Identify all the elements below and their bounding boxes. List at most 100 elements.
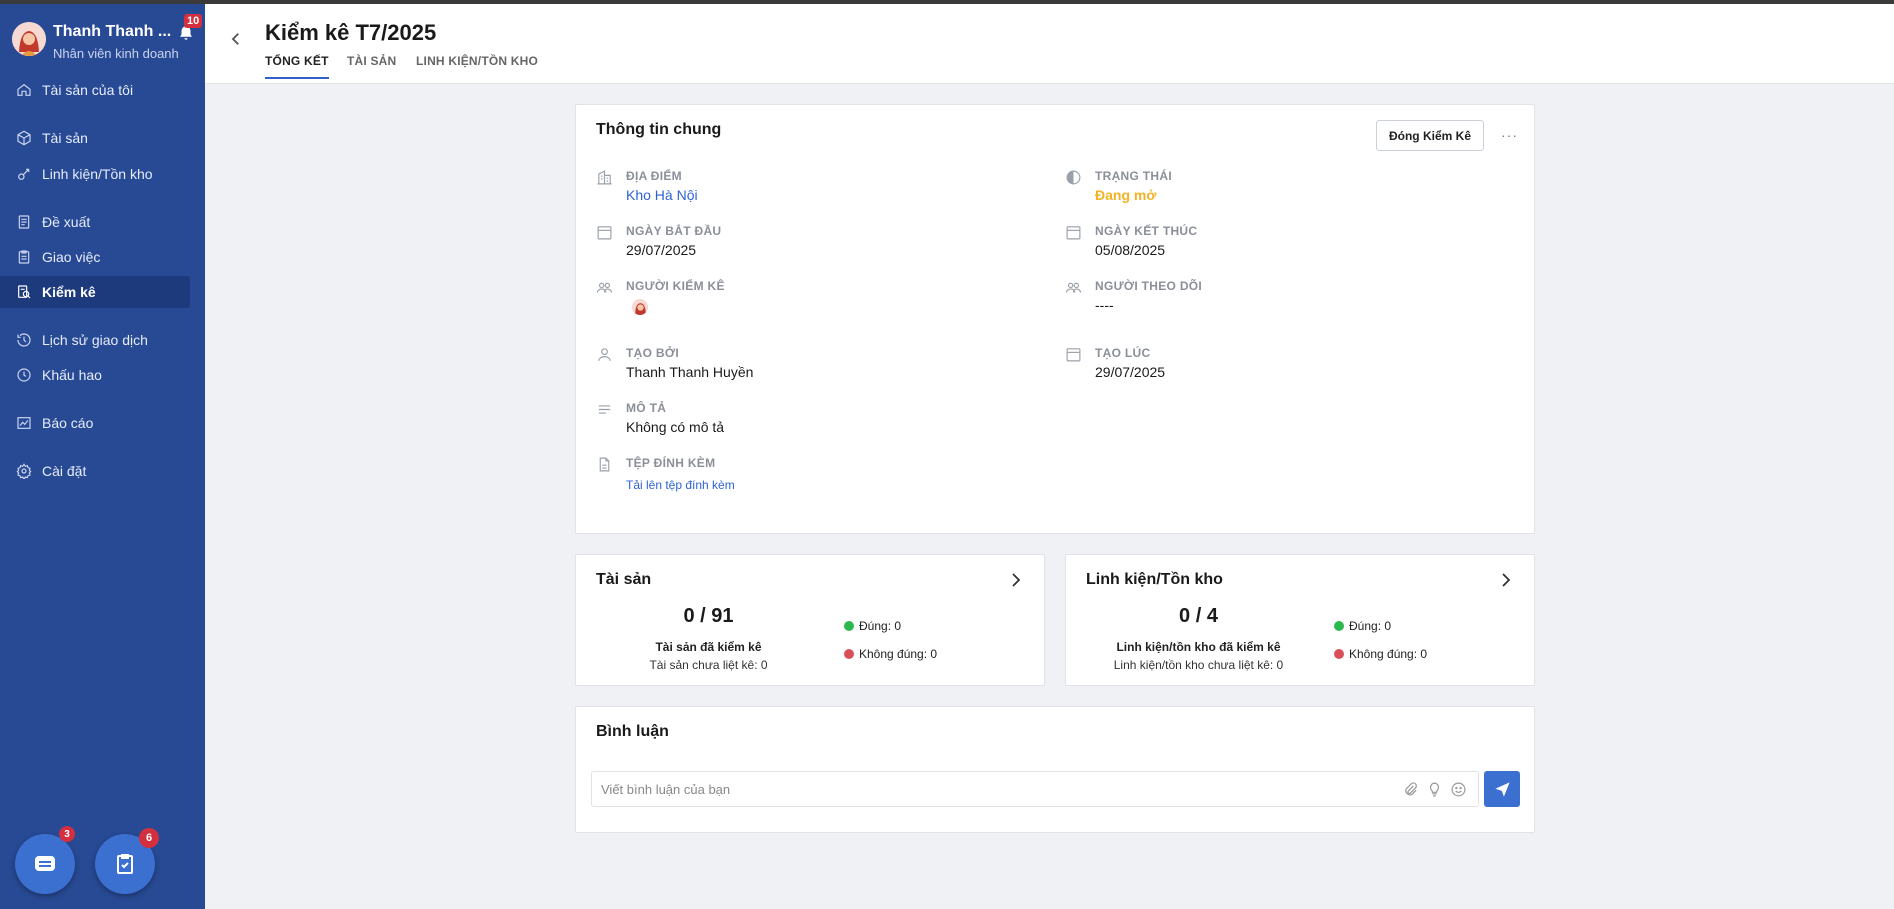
send-comment-button[interactable]: [1484, 771, 1520, 807]
chart-icon: [17, 417, 31, 429]
comments-title: Bình luận: [596, 723, 669, 740]
sidebar-item-reports[interactable]: Báo cáo: [0, 407, 190, 439]
avatar: [12, 22, 46, 56]
components-icon: [18, 168, 30, 180]
description-value: Không có mô tả: [626, 419, 725, 435]
chat-icon: [35, 856, 55, 871]
location-label: ĐỊA ĐIỂM: [626, 169, 682, 183]
start-date-field: NGÀY BẮT ĐẦU 29/07/2025: [596, 224, 996, 268]
components-correct: Đúng: 0: [1349, 619, 1392, 633]
assets-incorrect-legend: Không đúng: 0: [844, 647, 937, 661]
sidebar-item-history[interactable]: Lịch sử giao dịch: [0, 324, 190, 356]
start-date-value: 29/07/2025: [626, 242, 697, 258]
components-correct-legend: Đúng: 0: [1334, 619, 1391, 633]
incorrect-dot: [1334, 649, 1344, 659]
box-icon: [17, 130, 31, 146]
sidebar-item-assets[interactable]: Tài sản: [0, 122, 190, 154]
assets-correct-legend: Đúng: 0: [844, 619, 901, 633]
assets-card-title: Tài sản: [596, 571, 652, 588]
history-icon: [17, 333, 31, 347]
assets-count: 0 / 91: [683, 605, 734, 627]
chat-badge: 3: [59, 826, 75, 842]
lightbulb-icon[interactable]: [1426, 781, 1443, 798]
sidebar-item-depreciation[interactable]: Khấu hao: [0, 359, 190, 391]
gear-icon: [16, 463, 32, 479]
sidebar-item-label: Tài sản của tôi: [42, 82, 134, 98]
notification-badge: 10: [184, 14, 203, 28]
checker-avatar[interactable]: [632, 299, 648, 315]
user-role: Nhân viên kinh doanh: [53, 46, 179, 61]
paperclip-icon[interactable]: [1402, 781, 1419, 798]
status-label: TRẠNG THÁI: [1095, 169, 1172, 183]
calendar-icon: [1066, 348, 1081, 362]
half-circle-icon: [1066, 170, 1081, 185]
chevron-right-icon[interactable]: [1500, 573, 1512, 587]
follower-field: NGƯỜI THEO DÕI ----: [1065, 279, 1465, 323]
components-count-label: Linh kiện/tồn kho đã kiểm kê: [1116, 640, 1281, 654]
sidebar: Thanh Thanh ... Nhân viên kinh doanh 10 …: [0, 4, 205, 909]
tab-summary[interactable]: TỔNG KẾT: [265, 54, 329, 79]
checker-label: NGƯỜI KIỂM KÊ: [626, 279, 725, 293]
tasks-button[interactable]: 6: [95, 828, 159, 894]
correct-dot: [844, 621, 854, 631]
attachment-label: TỆP ĐÍNH KÈM: [626, 456, 716, 470]
calendar-icon: [597, 226, 612, 240]
components-summary-card[interactable]: Linh kiện/Tồn kho 0 / 4 Linh kiện/tồn kh…: [1065, 554, 1535, 686]
send-icon: [1494, 781, 1510, 797]
tab-assets[interactable]: TÀI SẢN: [347, 54, 396, 77]
components-card-title: Linh kiện/Tồn kho: [1086, 571, 1223, 588]
chat-button[interactable]: 3: [15, 826, 75, 894]
tab-components[interactable]: LINH KIỆN/TỒN KHO: [416, 54, 538, 77]
calendar-icon: [1066, 226, 1081, 240]
sidebar-item-my-assets[interactable]: Tài sản của tôi: [0, 74, 190, 106]
close-inventory-button[interactable]: Đóng Kiểm Kê: [1375, 120, 1484, 151]
comment-input[interactable]: [601, 778, 1381, 800]
user-profile[interactable]: Thanh Thanh ... Nhân viên kinh doanh 10: [12, 14, 203, 64]
inventory-check-icon: [18, 285, 31, 299]
follower-value: ----: [1095, 297, 1114, 313]
general-info-card: Thông tin chung Đóng Kiểm Kê ··· ĐỊA ĐIỂ…: [575, 104, 1535, 534]
sidebar-item-inventory-check[interactable]: Kiểm kê: [0, 276, 190, 308]
sidebar-item-label: Giao việc: [42, 249, 101, 265]
description-field: MÔ TẢ Không có mô tả: [596, 401, 996, 445]
follower-label: NGƯỜI THEO DÕI: [1095, 279, 1203, 293]
back-arrow-icon[interactable]: [227, 30, 245, 48]
status-value: Đang mở: [1095, 187, 1157, 203]
sidebar-item-label: Lịch sử giao dịch: [42, 332, 148, 348]
user-name: Thanh Thanh ...: [53, 23, 172, 40]
end-date-value: 05/08/2025: [1095, 242, 1166, 258]
sidebar-item-label: Cài đặt: [42, 463, 87, 479]
text-lines-icon: [598, 405, 611, 414]
building-icon: [597, 170, 612, 185]
components-incorrect-legend: Không đúng: 0: [1334, 647, 1427, 661]
end-date-label: NGÀY KẾT THÚC: [1095, 224, 1198, 238]
assets-unlisted: Tài sản chưa liệt kê: 0: [649, 658, 768, 672]
created-by-label: TẠO BỞI: [626, 346, 680, 360]
sidebar-item-tasks[interactable]: Giao việc: [0, 241, 190, 273]
more-options-icon[interactable]: ···: [1501, 127, 1518, 143]
created-by-value: Thanh Thanh Huyền: [626, 364, 754, 380]
sidebar-item-components[interactable]: Linh kiện/Tồn kho: [0, 158, 190, 190]
created-at-value: 29/07/2025: [1095, 364, 1166, 380]
emoji-icon[interactable]: [1450, 781, 1467, 798]
location-value[interactable]: Kho Hà Nội: [626, 187, 698, 203]
sidebar-item-label: Khấu hao: [42, 367, 102, 383]
location-field: ĐỊA ĐIỂM Kho Hà Nội: [596, 169, 996, 213]
upload-attachment-link[interactable]: Tải lên tệp đính kèm: [626, 478, 735, 492]
comments-card: Bình luận: [575, 706, 1535, 833]
assets-incorrect: Không đúng: 0: [859, 647, 938, 661]
users-icon: [1065, 282, 1082, 293]
sidebar-item-proposals[interactable]: Đề xuất: [0, 206, 190, 238]
page-title: Kiểm kê T7/2025: [265, 20, 437, 45]
created-by-field: TẠO BỞI Thanh Thanh Huyền: [596, 346, 996, 390]
components-count: 0 / 4: [1179, 605, 1218, 627]
description-label: MÔ TẢ: [626, 401, 667, 415]
sidebar-item-label: Kiểm kê: [42, 284, 96, 300]
checker-field: NGƯỜI KIỂM KÊ: [596, 279, 996, 323]
chevron-right-icon[interactable]: [1010, 573, 1022, 587]
assets-summary-card[interactable]: Tài sản 0 / 91 Tài sản đã kiểm kê Tài sả…: [575, 554, 1045, 686]
sidebar-item-settings[interactable]: Cài đặt: [0, 455, 190, 487]
components-unlisted: Linh kiện/tồn kho chưa liệt kê: 0: [1113, 658, 1284, 672]
created-at-label: TẠO LÚC: [1095, 346, 1151, 360]
task-check-icon: [117, 854, 133, 874]
